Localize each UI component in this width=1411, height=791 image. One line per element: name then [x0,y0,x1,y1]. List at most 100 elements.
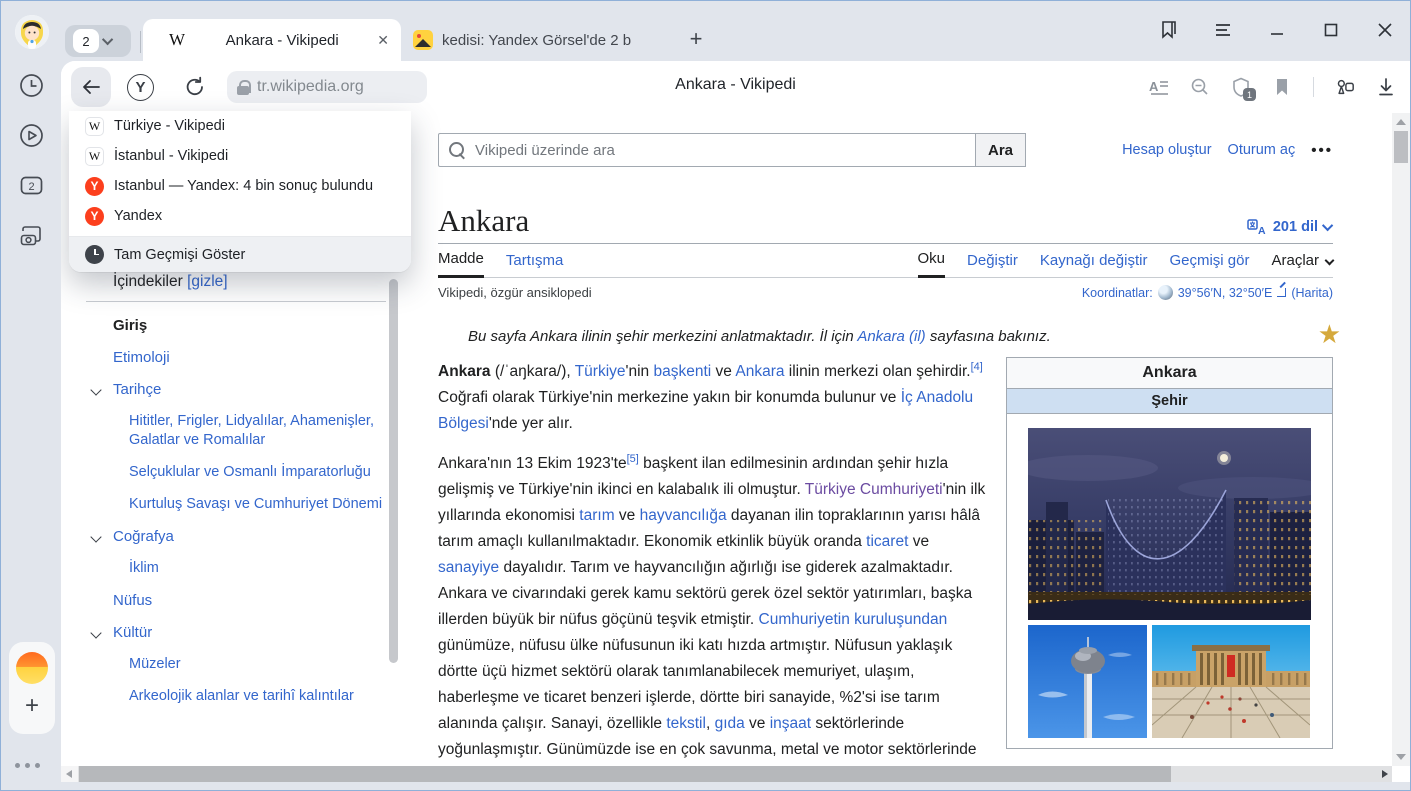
view-kaynagi-degistir[interactable]: Kaynağı değiştir [1040,252,1148,277]
wikipedia-favicon: W [169,30,185,50]
tab-ankara-vikipedi[interactable]: W Ankara - Vikipedi ✕ [143,19,401,61]
inline-link[interactable]: gıda [715,715,745,732]
inline-link[interactable]: ticaret [866,533,908,550]
toc-item[interactable]: Arkeolojik alanlar ve tarihî kalıntılar [86,687,386,706]
toc-item[interactable]: Tarihçe [86,380,386,399]
view-gecmisi-gor[interactable]: Geçmişi gör [1169,252,1249,277]
infobox-type: Şehir [1007,388,1332,414]
collections-icon[interactable] [1335,77,1355,97]
inline-link[interactable]: hayvancılığa [640,507,727,524]
coordinates-value[interactable]: 39°56′N, 32°50′E [1178,286,1273,300]
history-menu-item[interactable]: Türkiye - Vikipedi [69,111,411,141]
vertical-scrollbar[interactable] [1392,113,1410,766]
toc-item-label: Coğrafya [113,528,174,545]
infobox: Ankara Şehir [1006,357,1333,749]
tabs-panel-icon[interactable]: 2 [19,173,44,198]
anitkabir-photo[interactable] [1152,625,1310,738]
yandex-home-button[interactable]: Y [127,74,154,101]
scroll-down-arrow-icon[interactable] [1396,754,1406,760]
inline-link[interactable]: Ankara [735,363,784,380]
address-bar[interactable]: tr.wikipedia.org [227,71,427,103]
rail-more-dots-icon[interactable] [15,763,40,768]
close-tab-icon[interactable]: ✕ [377,32,389,49]
toc-item[interactable]: Nüfus [86,591,386,610]
tab-kedisi-yandex-gorsel[interactable]: kedisi: Yandex Görsel'de 2 b [403,19,675,61]
yandex-service-icon[interactable] [16,652,48,684]
inline-link[interactable]: Ankara (il) [857,328,925,345]
ankara-night-skyline-photo[interactable] [1028,428,1311,620]
vertical-scroll-thumb[interactable] [1394,131,1408,163]
scroll-right-arrow-icon[interactable] [1382,770,1388,778]
create-account-link[interactable]: Hesap oluştur [1122,142,1211,158]
toc-item[interactable]: Giriş [86,316,386,335]
menu-icon[interactable] [1214,21,1232,39]
inline-link[interactable]: [4] [971,361,983,373]
coordinates-label[interactable]: Koordinatlar: [1082,286,1153,300]
toc-item[interactable]: Coğrafya [86,527,386,546]
inline-link[interactable]: Cumhuriyetin kuruluşundan [759,611,948,628]
tab-madde[interactable]: Madde [438,250,484,278]
search-input[interactable] [438,133,976,167]
scroll-left-arrow-icon[interactable] [66,770,72,778]
back-button[interactable] [71,67,111,107]
horizontal-scroll-thumb[interactable] [79,766,1171,782]
site-tagline: Vikipedi, özgür ansiklopedi [438,285,592,300]
clock-icon [85,245,104,264]
history-menu-item[interactable]: İstanbul - Vikipedi [69,141,411,171]
protect-shield-icon[interactable]: 1 [1231,77,1251,97]
globe-icon[interactable] [1158,285,1173,300]
zoom-out-icon[interactable] [1190,77,1210,97]
media-play-icon[interactable] [19,123,44,148]
history-menu-item[interactable]: Yandex [69,201,411,231]
history-icon[interactable] [19,73,44,98]
inline-link[interactable]: sanayiye [438,559,499,576]
reload-button[interactable] [183,75,207,99]
new-tab-button[interactable]: + [685,29,707,51]
inline-link[interactable]: Türkiye Cumhuriyeti [805,481,943,498]
tab-tartisma[interactable]: Tartışma [506,252,564,277]
horizontal-scrollbar[interactable] [61,766,1392,782]
tab-counter-dropdown[interactable]: 2 [65,25,131,57]
inline-link[interactable]: tarım [579,507,614,524]
inline-link[interactable]: başkenti [653,363,711,380]
close-window-icon[interactable] [1376,21,1394,39]
scroll-left-box[interactable] [61,766,78,782]
reader-mode-icon[interactable]: A [1149,77,1169,97]
inline-link[interactable]: tekstil [666,715,706,732]
tools-dropdown[interactable]: Araçlar [1271,252,1333,277]
show-full-history-item[interactable]: Tam Geçmişi Göster [69,236,411,272]
minimize-icon[interactable] [1268,21,1286,39]
profile-avatar[interactable] [15,15,49,49]
toc-scrollbar[interactable] [389,279,398,663]
more-options-dots[interactable]: ••• [1311,142,1333,159]
atakule-tower-photo[interactable] [1028,625,1147,738]
scroll-up-arrow-icon[interactable] [1396,119,1406,125]
login-link[interactable]: Oturum aç [1228,142,1296,158]
toc-item[interactable]: Etimoloji [86,348,386,367]
toolbar-page-title: Ankara - Vikipedi [675,76,796,94]
map-link[interactable]: (Harita) [1291,286,1333,300]
site-favicon [85,117,104,136]
sidebar-panel-icon[interactable] [1160,21,1178,39]
toc-item[interactable]: Kültür [86,623,386,642]
toc-item[interactable]: Kurtuluş Savaşı ve Cumhuriyet Dönemi [86,495,386,514]
toc-hide-link[interactable]: [gizle] [187,273,228,290]
add-service-plus-icon[interactable]: + [25,696,39,716]
view-degistir[interactable]: Değiştir [967,252,1018,277]
maximize-icon[interactable] [1322,21,1340,39]
inline-link[interactable]: inşaat [770,715,811,732]
download-icon[interactable] [1376,77,1396,97]
language-selector[interactable]: A 201 dil [1247,219,1333,239]
toc-item[interactable]: Müzeler [86,655,386,674]
view-oku[interactable]: Oku [918,250,946,278]
inline-link[interactable]: [5] [627,453,639,465]
screenshot-icon[interactable] [19,223,44,248]
history-menu-item[interactable]: Istanbul — Yandex: 4 bin sonuç bulundu [69,171,411,201]
search-button[interactable]: Ara [976,133,1026,167]
toc-item[interactable]: Selçuklular ve Osmanlı İmparatorluğu [86,463,386,482]
inline-link[interactable]: Türkiye [575,363,626,380]
toc-item[interactable]: Hititler, Frigler, Lidyalılar, Ahamenişl… [86,412,386,450]
toc-item[interactable]: İklim [86,559,386,578]
image-search-favicon [413,30,433,50]
bookmark-flag-icon[interactable] [1272,77,1292,97]
